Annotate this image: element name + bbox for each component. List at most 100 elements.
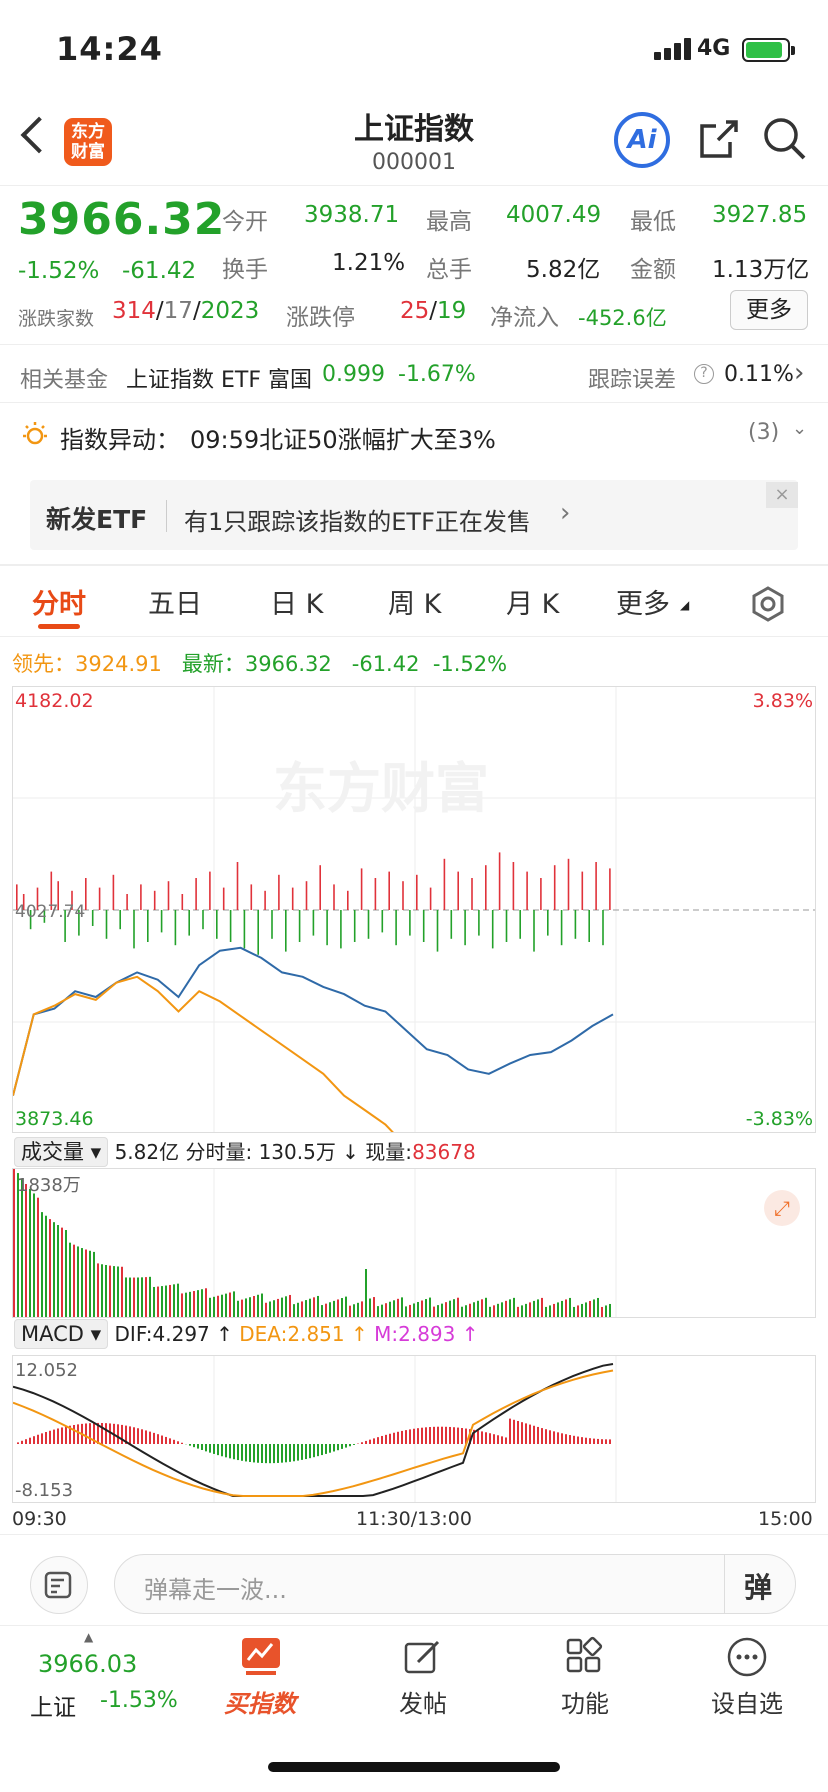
breadth-bar: [119, 910, 121, 930]
x-label-mid: 11:30/13:00: [356, 1508, 472, 1530]
more-button[interactable]: 更多: [730, 290, 808, 330]
alert-text[interactable]: 09:59北证50涨幅扩大至3%: [190, 420, 496, 455]
breadth-bar: [409, 910, 411, 936]
macd-bar: [253, 1444, 255, 1463]
ai-button[interactable]: Ai: [614, 112, 670, 168]
volume-bar: [305, 1300, 307, 1317]
search-icon[interactable]: [762, 116, 808, 162]
macd-bar: [589, 1438, 591, 1444]
volume-bar: [77, 1246, 79, 1317]
volume-bar: [297, 1302, 299, 1317]
macd-bar: [29, 1437, 31, 1444]
volume-bar: [573, 1306, 575, 1317]
alert-count[interactable]: (3): [748, 420, 779, 445]
macd-bar: [373, 1438, 375, 1444]
macd-bar: [597, 1438, 599, 1444]
intraday-chart[interactable]: 东方财富 4182.02 4027.74 3873.46 3.83% -3.83…: [12, 686, 816, 1133]
macd-bar: [477, 1430, 479, 1444]
settings-icon[interactable]: [748, 584, 788, 624]
tab-intraday[interactable]: 分时: [32, 582, 86, 621]
macd-bar: [273, 1444, 275, 1464]
help-icon[interactable]: ?: [694, 364, 714, 384]
volume-bar: [413, 1303, 415, 1317]
breadth-bar: [243, 910, 246, 949]
macd-bar: [25, 1439, 27, 1444]
fund-name[interactable]: 上证指数 ETF 富国: [126, 362, 312, 394]
send-danmaku-button[interactable]: 弹: [744, 1566, 772, 1606]
macd-bar: [217, 1444, 219, 1456]
macd-bar: [489, 1433, 491, 1444]
macd-bar: [417, 1428, 419, 1444]
volume-bar: [245, 1298, 247, 1317]
volume-selector[interactable]: 成交量 ▾: [14, 1137, 109, 1167]
macd-bar: [405, 1430, 407, 1444]
tab-monthly-k[interactable]: 月 K: [506, 582, 559, 621]
breadth-bar: [457, 871, 459, 910]
expand-icon[interactable]: ⤢: [764, 1190, 800, 1226]
macd-bar: [513, 1419, 515, 1444]
volume-bar: [249, 1297, 251, 1317]
tab-add-watchlist[interactable]: 设自选: [687, 1684, 807, 1719]
breadth-bar: [250, 884, 253, 910]
volume-bar: [449, 1300, 451, 1317]
volume-value: 5.82亿: [526, 257, 601, 283]
volume-bar: [337, 1299, 339, 1317]
network-label: 4G: [697, 36, 731, 61]
volume-bar: [557, 1302, 559, 1317]
limit-counts: 25/19: [400, 298, 467, 324]
volume-bar: [97, 1263, 99, 1317]
tab-post[interactable]: 发帖: [363, 1684, 483, 1719]
volume-bar: [401, 1297, 403, 1317]
tab-functions[interactable]: 功能: [525, 1684, 645, 1719]
macd-bar: [425, 1427, 427, 1444]
y-top-label: 4182.02: [15, 690, 94, 712]
volume-bar: [213, 1296, 215, 1317]
close-icon[interactable]: ×: [766, 482, 798, 508]
volume-max-label: 1838万: [17, 1175, 81, 1196]
macd-bar: [121, 1424, 123, 1444]
share-icon[interactable]: [696, 116, 742, 162]
macd-bar: [333, 1444, 335, 1452]
updown-label: 涨跌家数: [18, 308, 95, 330]
volume-bar: [193, 1291, 195, 1317]
tab-more[interactable]: 更多: [616, 582, 670, 621]
tab-daily-k[interactable]: 日 K: [270, 582, 323, 621]
chevron-right-icon[interactable]: ›: [794, 358, 804, 388]
volume-bar: [325, 1303, 327, 1317]
volume-bar: [37, 1197, 39, 1317]
macd-selector[interactable]: MACD ▾: [14, 1319, 109, 1349]
macd-bar: [573, 1435, 575, 1444]
tab-five-day[interactable]: 五日: [148, 582, 202, 621]
volume-bar: [509, 1299, 511, 1317]
alert-label: 指数异动：: [60, 426, 180, 454]
breadth-bar: [257, 910, 259, 955]
tab-buy-index[interactable]: 买指数: [200, 1684, 320, 1719]
macd-bar: [77, 1424, 79, 1444]
breadth-bar: [216, 910, 218, 939]
volume-bar: [281, 1297, 283, 1317]
volume-bar: [253, 1296, 255, 1317]
fund-label: 相关基金: [20, 368, 109, 393]
functions-icon: [566, 1636, 603, 1673]
breadth-bar: [222, 887, 225, 910]
breadth-bar: [450, 910, 453, 939]
volume-bar: [569, 1297, 571, 1317]
volume-bar: [49, 1219, 51, 1317]
macd-bar: [117, 1424, 119, 1444]
macd-bar: [361, 1442, 363, 1444]
breadth-bar: [505, 910, 508, 942]
macd-bar: [585, 1437, 587, 1444]
amount-label: 金额: [630, 257, 676, 283]
volume-bar: [585, 1302, 587, 1317]
bottom-index-price: 3966.03: [38, 1650, 138, 1678]
chevron-down-icon[interactable]: ⌄: [792, 418, 807, 439]
macd-bar: [205, 1444, 207, 1452]
volume-bar: [45, 1215, 47, 1317]
macd-bar: [385, 1434, 387, 1444]
tab-weekly-k[interactable]: 周 K: [388, 582, 441, 621]
volume-bar: [329, 1302, 331, 1317]
macd-bar: [449, 1426, 451, 1444]
amount-value: 1.13万亿: [712, 257, 810, 283]
macd-bar: [577, 1436, 579, 1444]
macd-bar: [289, 1444, 291, 1462]
